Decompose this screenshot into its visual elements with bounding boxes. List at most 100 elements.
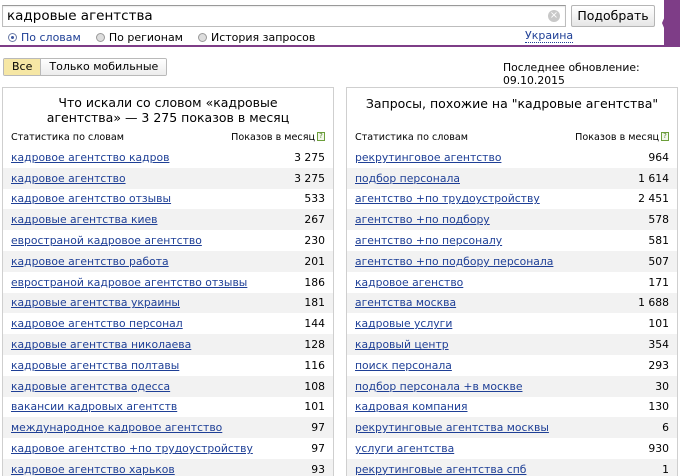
keyword-link[interactable]: агентство +по подбору персонала [355,255,553,268]
keyword-link[interactable]: агентства москва [355,296,456,309]
keyword-link[interactable]: кадровое агенство [355,276,463,289]
keyword-link[interactable]: кадровое агентство +по трудоустройству [11,442,253,455]
keyword-link[interactable]: рекрутинговые агентства спб [355,463,526,476]
table-row: подбор персонала 1 614 [347,167,677,189]
keyword-link[interactable]: агентство +по персоналу [355,234,502,247]
radio-icon [8,32,17,42]
table-row: агентство +по подбору персонала 507 [347,250,677,272]
keyword-link[interactable]: агентство +по подбору [355,213,490,226]
similar-panel-title: Запросы, похожие на "кадровые агентства" [365,96,659,111]
impressions-count: 201 [304,254,325,268]
keyword-link[interactable]: рекрутинговое агентство [355,151,501,164]
clear-search-icon[interactable]: × [548,10,560,22]
table-row: поиск персонала 293 [347,355,677,376]
impressions-count: 3 275 [294,171,325,185]
keyword-link[interactable]: кадровое агентство работа [11,255,169,268]
impressions-count: 101 [648,317,669,331]
table-row: агентство +по подбору 578 [347,209,677,231]
search-field[interactable]: × [2,5,566,27]
keyword-link[interactable]: поиск персонала [355,359,452,372]
region-selector[interactable]: Украина [525,30,574,43]
keyword-link[interactable]: кадровые агентства николаева [11,338,191,351]
keyword-link[interactable]: рекрутинговые агентства москвы [355,421,549,434]
keyword-link[interactable]: евространой кадровое агентство [11,234,202,247]
help-icon[interactable]: ? [317,132,325,141]
keyword-link[interactable]: кадровые услуги [355,317,452,330]
impressions-count: 230 [304,234,325,248]
table-row: кадровое агентство харьков 93 [3,458,333,476]
table-row: рекрутинговые агентства москвы 6 [347,417,677,439]
table-row: агентства москва 1 688 [347,292,677,314]
keyword-link[interactable]: кадровое агентство кадров [11,151,169,164]
impressions-count: 171 [648,275,669,289]
keyword-link[interactable]: услуги агентства [355,442,454,455]
keyword-link[interactable]: подбор персонала +в москве [355,380,522,393]
impressions-count: 1 688 [638,296,669,310]
keyword-link[interactable]: кадровые агентства одесса [11,380,170,393]
impressions-count: 2 451 [638,192,669,206]
impressions-count: 108 [304,379,325,393]
radio-icon [95,32,105,42]
impressions-count: 3 275 [294,150,325,164]
mode-by-regions[interactable]: По регионам [95,31,183,44]
mode-label: История запросов [210,30,316,44]
table-row: кадровые агентства полтавы 116 [3,355,333,376]
impressions-count: 6 [662,421,669,435]
help-icon[interactable]: ? [661,132,669,141]
keyword-link[interactable]: агентство +по трудоустройству [355,192,540,205]
col-count-header: Показов в месяц? [575,132,669,143]
impressions-count: 93 [311,462,325,476]
impressions-count: 30 [655,379,669,393]
keyword-link[interactable]: кадровое агентство отзывы [11,192,171,205]
keyword-link[interactable]: международное кадровое агентство [11,421,222,434]
impressions-count: 1 614 [638,171,669,185]
filter-mobile-button[interactable]: Только мобильные [41,59,167,75]
impressions-count: 97 [311,421,325,435]
keyword-link[interactable]: кадровые агентства полтавы [11,359,179,372]
keyword-link[interactable]: кадровый центр [355,338,449,351]
impressions-count: 97 [311,442,325,456]
keyword-link[interactable]: евространой кадровое агентство отзывы [11,276,247,289]
keyword-link[interactable]: кадровое агентство [11,172,126,185]
table-row: рекрутинговое агентство 964 [347,147,677,168]
search-input[interactable] [7,7,537,25]
radio-icon [197,32,207,42]
submit-button[interactable]: Подобрать [571,5,655,27]
col-keyword-header: Статистика по словам [355,131,469,143]
table-row: кадровый центр 354 [347,334,677,355]
keyword-link[interactable]: кадровая компания [355,400,468,413]
table-row: кадровое агентство персонал 144 [3,313,333,334]
impressions-count: 1 [662,462,669,476]
words-table: кадровое агентство кадров 3 275 кадровое а… [3,147,333,476]
impressions-count: 116 [304,358,325,372]
keyword-link[interactable]: кадровое агентство персонал [11,317,183,330]
mode-by-words[interactable]: По словам [8,31,81,44]
impressions-count: 293 [648,358,669,372]
keyword-link[interactable]: вакансии кадровых агентств [11,400,177,413]
table-header: Статистика по словам Показов в месяц? [355,130,669,144]
table-row: вакансии кадровых агентств 101 [3,397,333,418]
table-row: кадровое агенство 171 [347,272,677,293]
col-count-header: Показов в месяц? [231,132,325,143]
impressions-count: 181 [304,296,325,310]
keyword-link[interactable]: кадровые агентства украины [11,296,180,309]
table-row: кадровое агентство отзывы 533 [3,189,333,210]
keyword-link[interactable]: кадровое агентство харьков [11,463,175,476]
col-count-label: Показов в месяц [575,131,659,143]
mode-history[interactable]: История запросов [197,30,316,44]
keyword-link[interactable]: подбор персонала [355,172,460,185]
divider [0,45,668,47]
filter-all-button[interactable]: Все [4,59,42,75]
impressions-count: 101 [304,400,325,414]
similar-table: рекрутинговое агентство 964 подбор персона… [347,147,677,476]
keyword-link[interactable]: кадровые агентства киев [11,213,158,226]
table-row: кадровые агентства киев 267 [3,209,333,231]
table-row: агентство +по трудоустройству 2 451 [347,189,677,210]
table-row: евространой кадровое агентство 230 [3,230,333,251]
impressions-count: 533 [304,192,325,206]
table-row: кадровые агентства николаева 128 [3,334,333,355]
table-row: кадровое агентство +по трудоустройству 97 [3,438,333,459]
brand-edge-arrow [662,0,672,47]
table-row: кадровое агентство работа 201 [3,250,333,272]
impressions-count: 186 [304,275,325,289]
